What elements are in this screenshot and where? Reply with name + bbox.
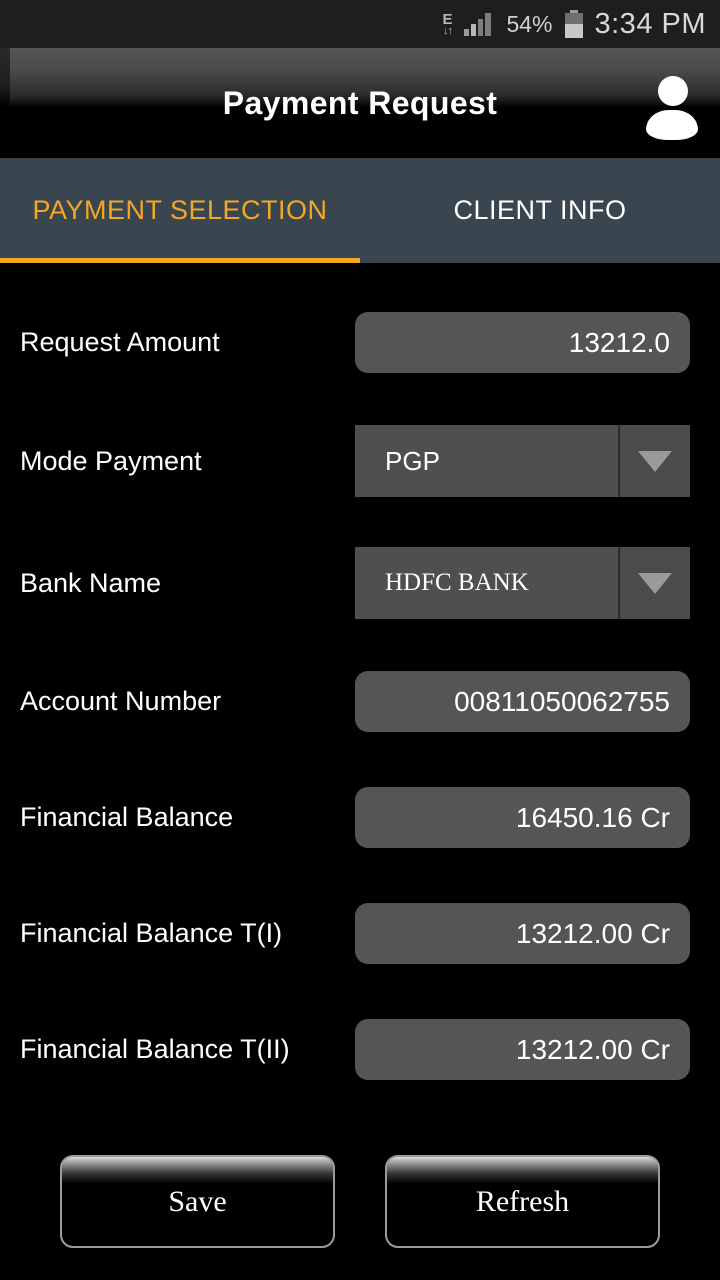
refresh-button[interactable]: Refresh [385,1155,660,1248]
label-financial-balance: Financial Balance [20,802,234,832]
tab-client-info[interactable]: CLIENT INFO [360,158,720,263]
row-mode-payment: Mode Payment PGP [0,425,720,497]
battery-percent-label: 54% [506,10,553,37]
label-bank-name: Bank Name [20,567,162,598]
edge-network-icon: E ↓↑ [442,12,453,37]
label-mode-payment: Mode Payment [20,445,202,476]
user-avatar-icon[interactable] [644,76,700,140]
row-account-number: Account Number 00811050062755 [0,671,720,732]
label-financial-balance-t2: Financial Balance T(II) [20,1034,290,1064]
mode-payment-spinner[interactable]: PGP [355,425,690,497]
page-title: Payment Request [222,84,498,121]
label-account-number: Account Number [20,686,222,716]
mode-payment-value: PGP [355,425,620,497]
financial-balance-input[interactable]: 16450.16 Cr [355,787,690,848]
row-financial-balance: Financial Balance 16450.16 Cr [0,787,720,848]
account-number-input[interactable]: 00811050062755 [355,671,690,732]
bank-name-spinner[interactable]: HDFC BANK [355,547,690,619]
status-bar-icons: E ↓↑ 54% 3:34 PM [442,8,706,41]
label-request-amount: Request Amount [20,327,220,357]
action-bar: Save Refresh [0,1155,720,1251]
status-bar-clock: 3:34 PM [594,7,706,40]
battery-icon [564,10,583,38]
financial-balance-t2-input[interactable]: 13212.00 Cr [355,1019,690,1080]
signal-bars-icon [464,12,494,36]
row-request-amount: Request Amount 13212.0 [0,312,720,373]
title-bar: Payment Request [0,48,720,158]
status-bar: E ↓↑ 54% 3:34 PM [0,0,720,48]
tab-bar: PAYMENT SELECTION CLIENT INFO [0,158,720,263]
tab-payment-selection-label: PAYMENT SELECTION [32,195,328,225]
tab-payment-selection[interactable]: PAYMENT SELECTION [0,158,360,263]
tab-client-info-label: CLIENT INFO [453,195,627,225]
financial-balance-t1-input[interactable]: 13212.00 Cr [355,903,690,964]
request-amount-input[interactable]: 13212.0 [355,312,690,373]
row-financial-balance-t2: Financial Balance T(II) 13212.00 Cr [0,1019,720,1080]
save-button[interactable]: Save [60,1155,335,1248]
chevron-down-icon [620,425,690,497]
chevron-down-icon [620,547,690,619]
bank-name-value: HDFC BANK [355,547,620,619]
app-screen: E ↓↑ 54% 3:34 PM Payment Request PAYMENT… [0,0,720,1280]
row-financial-balance-t1: Financial Balance T(I) 13212.00 Cr [0,903,720,964]
payment-form: Request Amount 13212.0 Mode Payment PGP … [0,263,720,1143]
label-financial-balance-t1: Financial Balance T(I) [20,918,283,948]
edge-network-arrows: ↓↑ [442,24,453,37]
row-bank-name: Bank Name HDFC BANK [0,547,720,619]
